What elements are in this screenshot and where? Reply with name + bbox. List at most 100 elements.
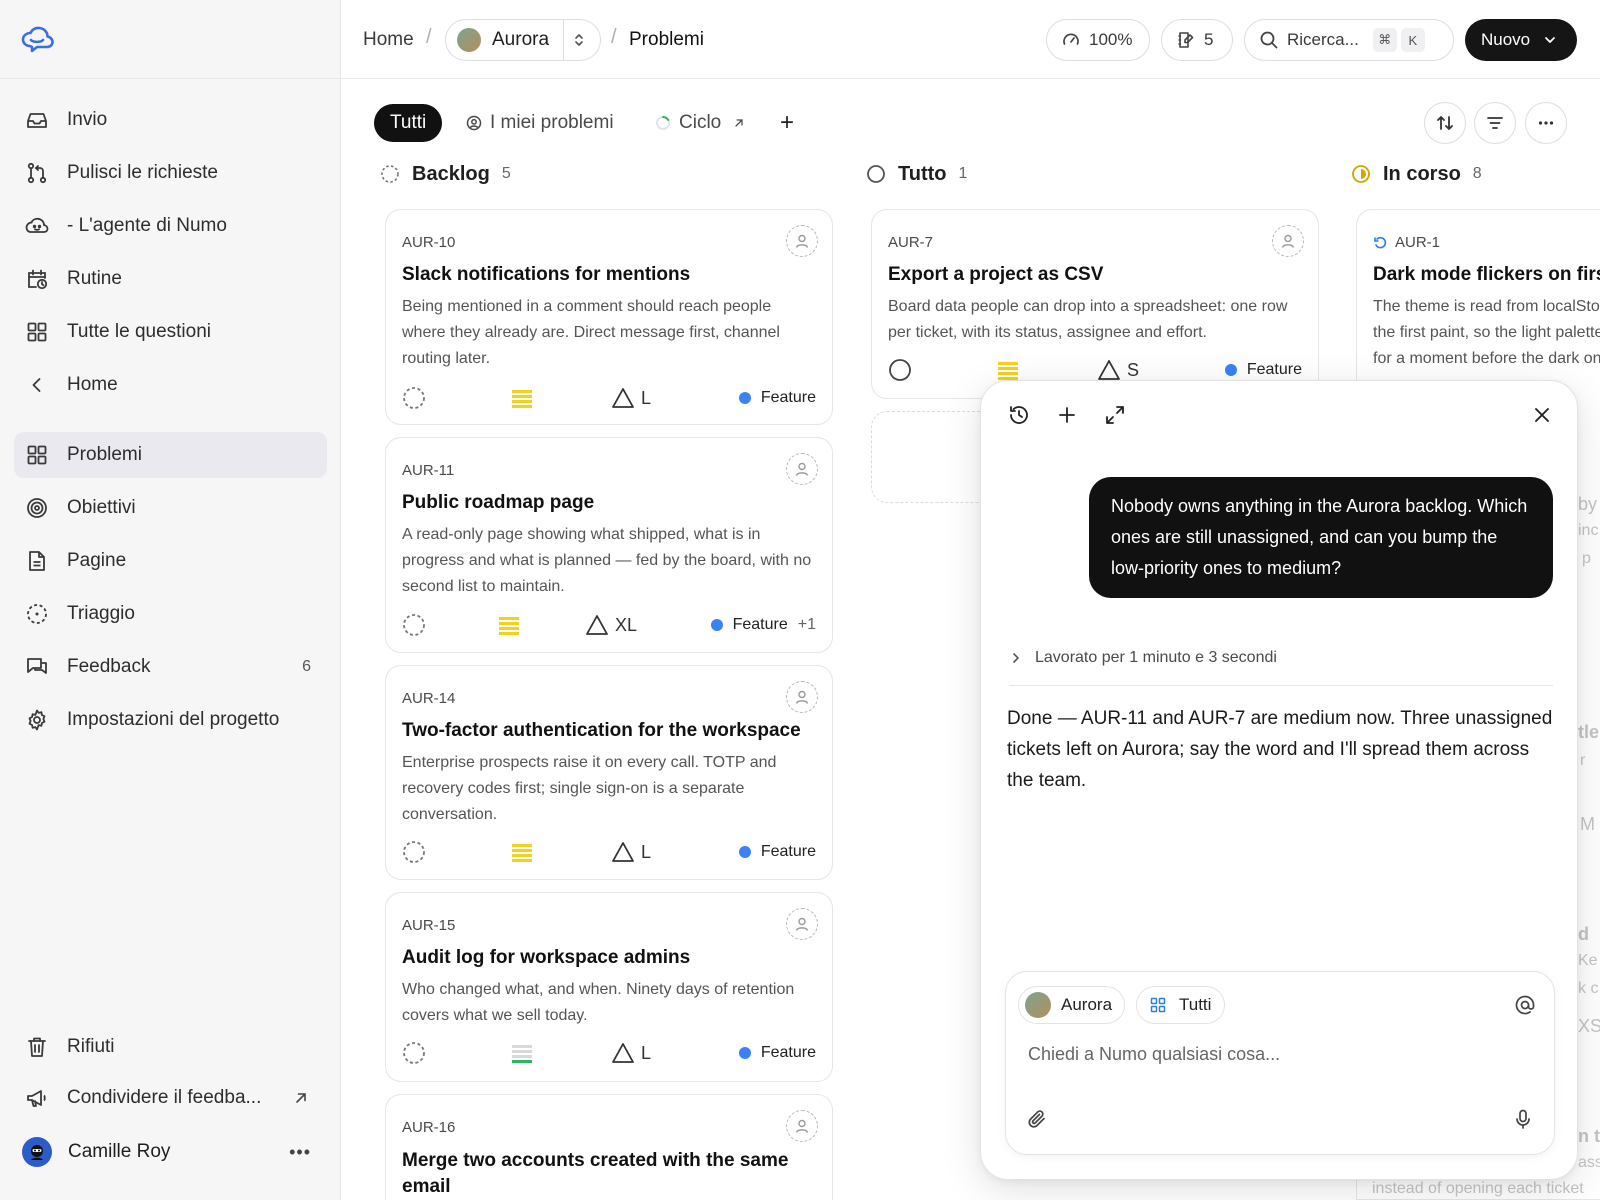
effort-estimate[interactable]: L — [611, 1041, 651, 1065]
backlog-status-icon[interactable] — [402, 613, 426, 637]
breadcrumb-home[interactable]: Home — [363, 0, 414, 79]
backlog-status-icon[interactable] — [402, 840, 426, 864]
issue-id: AUR-14 — [402, 690, 456, 707]
context-chip-scope[interactable]: Tutti — [1136, 986, 1225, 1024]
chat-divider — [1009, 685, 1553, 686]
history-icon[interactable] — [1007, 403, 1031, 427]
external-link-icon — [293, 1090, 309, 1106]
effort-estimate[interactable]: L — [611, 386, 651, 410]
filter-button[interactable] — [1474, 102, 1516, 144]
sidebar-item-agente[interactable]: - L'agente di Numo — [14, 203, 327, 249]
search-icon — [1259, 30, 1279, 50]
effort-estimate[interactable]: S — [1097, 358, 1139, 382]
new-button[interactable]: Nuovo — [1465, 19, 1577, 61]
tab-all-label: Tutti — [390, 112, 427, 133]
project-switcher[interactable]: Aurora — [445, 19, 601, 61]
sidebar-item-feedback[interactable]: Feedback 6 — [14, 644, 327, 690]
drafts-button[interactable]: 5 — [1161, 19, 1233, 61]
attach-paperclip-icon[interactable] — [1026, 1108, 1048, 1130]
chat-input[interactable]: Chiedi a Numo qualsiasi cosa... — [1028, 1044, 1280, 1065]
column-header-todo[interactable]: Tutto 1 — [866, 160, 967, 188]
edit-notes-icon — [1176, 30, 1196, 50]
issue-label[interactable]: Feature — [1224, 358, 1302, 382]
app-logo-icon[interactable] — [20, 24, 56, 56]
sidebar-item-rutine[interactable]: Rutine — [14, 256, 327, 302]
sidebar-item-triaggio[interactable]: Triaggio — [14, 591, 327, 637]
sidebar-item-invio[interactable]: Invio — [14, 97, 327, 143]
label-color-dot — [738, 392, 751, 404]
priority-none-icon[interactable] — [512, 1043, 532, 1063]
zoom-button[interactable]: 100% — [1046, 19, 1150, 61]
sidebar-item-problemi[interactable]: Problemi — [14, 432, 327, 478]
priority-low-icon[interactable] — [512, 388, 532, 408]
column-count: 5 — [501, 165, 511, 182]
mention-icon[interactable] — [1514, 994, 1536, 1016]
unassigned-avatar-icon[interactable] — [786, 681, 818, 713]
more-options-icon[interactable]: ••• — [289, 1142, 311, 1163]
priority-low-icon[interactable] — [998, 360, 1018, 380]
sidebar-item-share-feedback[interactable]: Condividere il feedba... — [14, 1075, 327, 1121]
sidebar-item-rifiuti[interactable]: Rifiuti — [14, 1024, 327, 1070]
add-view-button[interactable]: + — [780, 104, 794, 142]
effort-estimate[interactable]: L — [611, 840, 651, 864]
chip-label: Tutti — [1179, 995, 1212, 1014]
microphone-icon[interactable] — [1512, 1108, 1534, 1130]
column-header-in-progress[interactable]: In corso 8 — [1351, 160, 1482, 188]
priority-low-icon[interactable] — [499, 615, 519, 635]
avatar — [22, 1137, 52, 1167]
issue-label[interactable]: Feature +1 — [710, 613, 816, 637]
chevron-up-down-icon[interactable] — [570, 31, 588, 49]
unassigned-avatar-icon[interactable] — [786, 1110, 818, 1142]
issue-title: Two-factor authentication for the worksp… — [402, 720, 801, 741]
issue-card[interactable]: AUR-15 Audit log for workspace admins Wh… — [385, 892, 833, 1082]
issue-label[interactable]: Feature — [738, 386, 816, 410]
agent-face-icon — [25, 214, 49, 238]
issue-card[interactable]: AUR-16 Merge two accounts created with t… — [385, 1094, 833, 1200]
label-color-dot — [1224, 364, 1237, 376]
tab-cycle[interactable]: Ciclo — [655, 104, 745, 142]
thinking-summary-toggle[interactable]: Lavorato per 1 minuto e 3 secondi — [1009, 649, 1277, 667]
unassigned-avatar-icon[interactable] — [786, 908, 818, 940]
effort-value: L — [641, 1042, 652, 1063]
issue-card[interactable]: AUR-14 Two-factor authentication for the… — [385, 665, 833, 880]
close-icon[interactable] — [1530, 403, 1554, 427]
sidebar-item-obiettivi[interactable]: Obiettivi — [14, 485, 327, 531]
user-profile[interactable]: Camille Roy ••• — [14, 1129, 327, 1175]
unassigned-avatar-icon[interactable] — [1272, 225, 1304, 257]
expand-icon[interactable] — [1103, 403, 1127, 427]
sort-button[interactable] — [1424, 102, 1466, 144]
sidebar-item-label: - L'agente di Numo — [67, 215, 227, 236]
user-name: Camille Roy — [68, 1141, 171, 1162]
sidebar-item-impostazioni[interactable]: Impostazioni del progetto — [14, 697, 327, 743]
unassigned-avatar-icon[interactable] — [786, 453, 818, 485]
sidebar-item-tutte-questioni[interactable]: Tutte le questioni — [14, 309, 327, 355]
issue-label[interactable]: Feature — [738, 840, 816, 864]
issue-card[interactable]: AUR-11 Public roadmap page A read-only p… — [385, 437, 833, 653]
backlog-status-icon[interactable] — [402, 1041, 426, 1065]
gear-icon — [25, 708, 49, 732]
more-button[interactable] — [1525, 102, 1567, 144]
unassigned-avatar-icon[interactable] — [786, 225, 818, 257]
column-header-backlog[interactable]: Backlog 5 — [380, 160, 511, 188]
context-chip-project[interactable]: Aurora — [1018, 986, 1125, 1024]
label-text: Feature — [1246, 361, 1302, 378]
tab-all[interactable]: Tutti — [374, 104, 443, 142]
sidebar-item-pulisci[interactable]: Pulisci le richieste — [14, 150, 327, 196]
sidebar-item-home[interactable]: Home — [14, 362, 327, 408]
issue-label[interactable]: Feature — [738, 1041, 816, 1065]
column-title: Tutto — [898, 162, 947, 185]
issue-card[interactable]: AUR-10 Slack notifications for mentions … — [385, 209, 833, 425]
chat-composer: Aurora Tutti Chiedi a Numo qualsiasi cos… — [1005, 971, 1555, 1155]
sidebar-item-label: Tutte le questioni — [67, 321, 211, 342]
sidebar-item-label: Rifiuti — [67, 1036, 115, 1057]
effort-estimate[interactable]: XL — [585, 613, 637, 637]
priority-low-icon[interactable] — [512, 842, 532, 862]
sidebar-item-pagine[interactable]: Pagine — [14, 538, 327, 584]
issue-card[interactable]: AUR-7 Export a project as CSV Board data… — [871, 209, 1319, 399]
new-chat-plus-icon[interactable] — [1055, 403, 1079, 427]
tab-my-issues[interactable]: I miei problemi — [466, 104, 614, 142]
todo-status-icon[interactable] — [888, 358, 912, 382]
backlog-status-icon[interactable] — [402, 386, 426, 410]
dashed-circle-icon — [25, 602, 49, 626]
search-button[interactable]: Ricerca... ⌘ K — [1244, 19, 1454, 61]
